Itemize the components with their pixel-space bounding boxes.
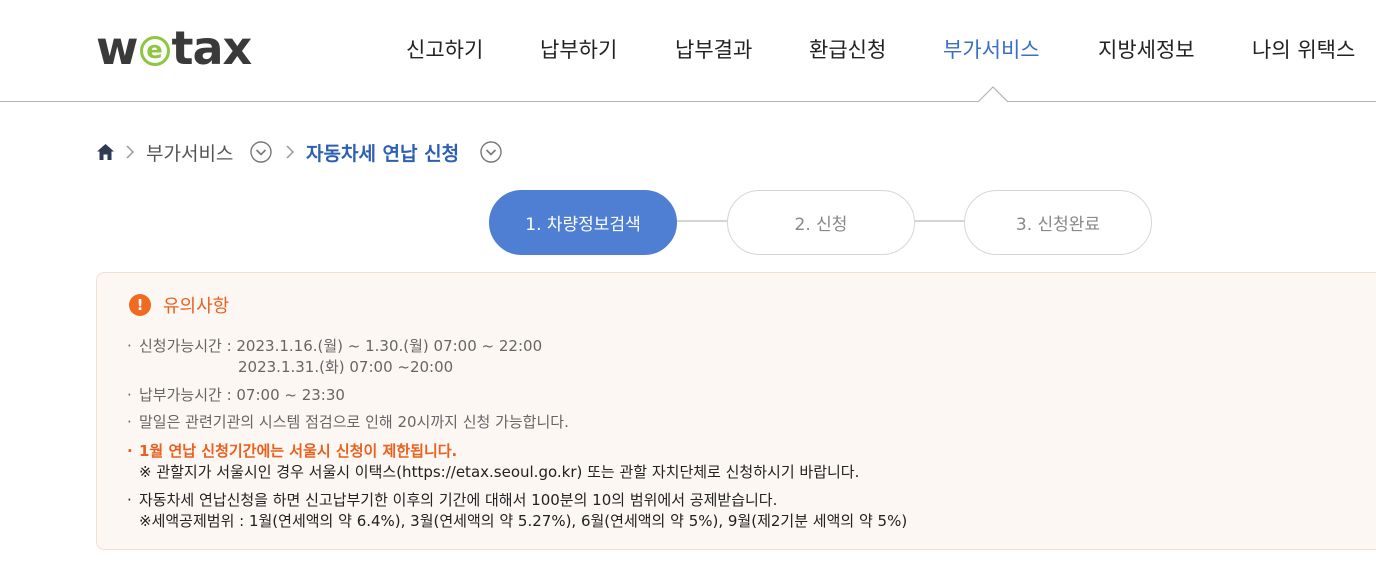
notice-item-seoul-warning: · 1월 연납 신청기간에는 서울시 신청이 제한됩니다. xyxy=(127,442,458,460)
nav-item-extra-services[interactable]: 부가서비스 xyxy=(943,34,1040,64)
seoul-etax-note: ※ 관할지가 서울시인 경우 서울시 이택스(https://etax.seou… xyxy=(139,463,860,481)
site-header: w e tax 신고하기 납부하기 납부결과 환급신청 부가서비스 지방세정보 나의… xyxy=(0,0,1376,103)
apply-time-range-2: 2023.1.31.(화) 07:00 ~20:00 xyxy=(238,358,454,376)
breadcrumb-home[interactable] xyxy=(96,138,115,166)
step-3-complete: 3. 신청완료 xyxy=(964,190,1152,255)
step-1-vehicle-search: 1. 차량정보검색 xyxy=(489,190,677,255)
step-2-apply: 2. 신청 xyxy=(727,190,915,255)
breadcrumb-section-label: 부가서비스 xyxy=(146,142,234,165)
step-label: 3. 신청완료 xyxy=(1015,215,1101,235)
breadcrumb-current: 자동차세 연납 신청 xyxy=(306,138,459,166)
nav-item-report[interactable]: 신고하기 xyxy=(406,34,483,64)
deduction-range-note: ※세액공제범위 : 1월(연세액의 약 6.4%), 3월(연세액의 약 5.2… xyxy=(139,512,908,530)
step-connector xyxy=(676,220,728,222)
month-end-text: 말일은 관련기관의 시스템 점검으로 인해 20시까지 신청 가능합니다. xyxy=(139,413,569,431)
chevron-right-icon xyxy=(284,138,296,166)
chevron-down-circle-icon xyxy=(250,141,272,163)
chevron-right-icon xyxy=(124,138,136,166)
breadcrumb-section[interactable]: 부가서비스 xyxy=(146,138,233,166)
exclamation-icon: ! xyxy=(129,294,151,316)
breadcrumb-section-dropdown[interactable] xyxy=(250,138,272,166)
notice-title: 유의사항 xyxy=(163,296,230,317)
nav-item-local-tax-info[interactable]: 지방세정보 xyxy=(1098,34,1195,64)
deduction-text: 자동차세 연납신청을 하면 신고납부기한 이후의 기간에 대해서 100분의 1… xyxy=(139,491,778,509)
page-title: 자동차세 연납 신청 xyxy=(306,142,460,165)
notice-item-apply-time: · 신청가능시간 : 2023.1.16.(월) ~ 1.30.(월) 07:00… xyxy=(127,337,543,355)
notice-box: ! 유의사항 · 신청가능시간 : 2023.1.16.(월) ~ 1.30.(월… xyxy=(96,272,1376,550)
notice-item-month-end: · 말일은 관련기관의 시스템 점검으로 인해 20시까지 신청 가능합니다. xyxy=(127,413,569,431)
nav-item-my-wetax[interactable]: 나의 위택스 xyxy=(1252,34,1355,64)
active-nav-caret-icon xyxy=(978,86,1008,103)
step-label: 1. 차량정보검색 xyxy=(525,215,641,235)
main-nav: 신고하기 납부하기 납부결과 환급신청 부가서비스 지방세정보 나의 위택스 xyxy=(0,34,1376,64)
step-connector xyxy=(913,220,965,222)
nav-item-pay-result[interactable]: 납부결과 xyxy=(675,34,752,64)
apply-time-label: 신청가능시간 : xyxy=(139,337,237,355)
notice-header: ! 유의사항 xyxy=(129,293,229,317)
notice-item-pay-time: · 납부가능시간 : 07:00 ~ 23:30 xyxy=(127,386,345,404)
notice-item-deduction: · 자동차세 연납신청을 하면 신고납부기한 이후의 기간에 대해서 100분의 … xyxy=(127,491,778,509)
step-label: 2. 신청 xyxy=(794,215,848,235)
nav-item-refund[interactable]: 환급신청 xyxy=(809,34,886,64)
home-icon xyxy=(97,144,114,160)
pay-time-text: 납부가능시간 : 07:00 ~ 23:30 xyxy=(139,386,345,404)
seoul-warning-text: 1월 연납 신청기간에는 서울시 신청이 제한됩니다. xyxy=(139,442,458,460)
breadcrumb-current-dropdown[interactable] xyxy=(480,138,502,166)
nav-item-pay[interactable]: 납부하기 xyxy=(540,34,617,64)
apply-time-range-1: 2023.1.16.(월) ~ 1.30.(월) 07:00 ~ 22:00 xyxy=(236,337,543,355)
chevron-down-circle-icon xyxy=(480,141,502,163)
